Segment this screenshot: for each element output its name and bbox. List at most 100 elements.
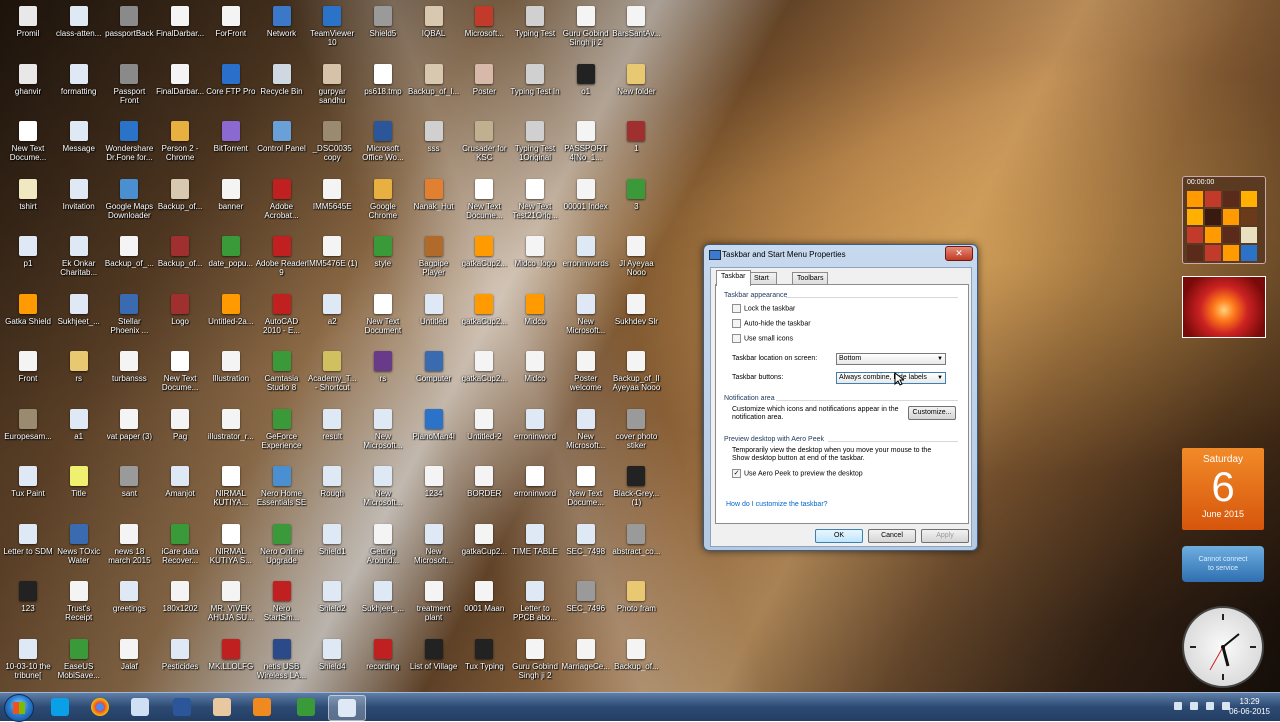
autohide-checkbox[interactable]: Auto-hide the taskbar (732, 319, 811, 328)
desktop-icon[interactable]: BarsSantAv... (610, 6, 662, 38)
desktop-icon[interactable]: rs (357, 351, 409, 383)
desktop-icon[interactable]: Wondershare Dr.Fone for... (103, 121, 155, 162)
desktop-icon[interactable]: Backup_of_I... (408, 63, 460, 96)
desktop-icon[interactable]: rs (53, 351, 105, 383)
desktop-icon[interactable]: sss (408, 121, 460, 153)
desktop-icon[interactable]: Camtasia Studio 8 (256, 351, 308, 392)
desktop-icon[interactable]: ghanvir (2, 63, 54, 96)
desktop-icon[interactable]: IMM5645E (306, 178, 358, 211)
feed-gadget[interactable]: Cannot connect to service (1182, 546, 1264, 582)
taskbar-explorer[interactable] (122, 695, 158, 719)
desktop-icon[interactable]: Photo fram (610, 581, 662, 613)
desktop-icon[interactable]: IQBAL (408, 6, 460, 38)
desktop-icon[interactable]: Title (53, 466, 105, 498)
desktop-icon[interactable]: Trust's Receipt (53, 581, 105, 622)
taskbar-paint[interactable] (204, 695, 240, 719)
desktop-icon[interactable]: Midco_logo (509, 236, 561, 268)
desktop-icon[interactable]: TIME TABLE (509, 523, 561, 556)
desktop-icon[interactable]: Typing Test In (509, 63, 561, 96)
desktop-icon[interactable]: MarriageCe... (560, 638, 612, 671)
desktop-icon[interactable]: 180x1202 (154, 581, 206, 613)
desktop-icon[interactable]: Letter to PPCB abo... (509, 581, 561, 622)
small-icons-checkbox[interactable]: Use small icons (732, 334, 793, 343)
desktop-icon[interactable]: MK.LLOLFG (205, 638, 257, 671)
desktop-icon[interactable]: Black-Grey... (1) (610, 466, 662, 507)
desktop-icon[interactable]: NIRMAL KUTIYA... (205, 466, 257, 507)
desktop-icon[interactable]: Pesticides (154, 638, 206, 671)
desktop-icon[interactable]: Backup_of... (154, 236, 206, 268)
desktop-icon[interactable]: Nanak_Hut (408, 178, 460, 211)
start-button[interactable] (4, 694, 34, 722)
desktop-icon[interactable]: Untitled-2a... (205, 293, 257, 326)
desktop-icon[interactable]: New Microsoft... (560, 408, 612, 450)
desktop-icon[interactable]: Shield5 (357, 6, 409, 38)
desktop-icon[interactable]: Poster welcome (560, 351, 612, 392)
desktop-icon[interactable]: Untitled (408, 293, 460, 326)
desktop-icon[interactable]: New Text Test21Orig... (509, 178, 561, 220)
desktop-icon[interactable]: ps618.tmp (357, 63, 409, 96)
desktop-icon[interactable]: sant (103, 466, 155, 498)
desktop-icon[interactable]: Guru Gobind Singh ji 2 (509, 638, 561, 680)
taskbar-word[interactable] (164, 695, 200, 719)
desktop-icon[interactable]: Typing Test 1Original (509, 121, 561, 162)
desktop-icon[interactable]: news 18 march 2015 (103, 523, 155, 565)
dialog-titlebar[interactable]: Taskbar and Start Menu Properties ✕ (704, 245, 977, 263)
desktop-icon[interactable]: Backup_of... (154, 178, 206, 211)
desktop-icon[interactable]: List of Village (408, 638, 460, 671)
desktop-icon[interactable]: Rough (306, 466, 358, 498)
taskbar-skype[interactable] (42, 695, 78, 719)
desktop-icon[interactable]: Tux Typing (458, 638, 510, 671)
desktop-icon[interactable]: Bagpipe Player (408, 236, 460, 277)
desktop-icon[interactable]: Jalaf (103, 638, 155, 671)
cancel-button[interactable]: Cancel (868, 529, 916, 543)
desktop-icon[interactable]: erroninword (509, 466, 561, 498)
desktop-icon[interactable]: result (306, 408, 358, 441)
desktop-icon[interactable]: gatkaCup2... (458, 293, 510, 326)
desktop-icon[interactable]: Europesam... (2, 408, 54, 441)
desktop-icon[interactable]: 10-03-10 the tribune[ (2, 638, 54, 680)
apply-button[interactable]: Apply (921, 529, 969, 543)
desktop-icon[interactable]: Sukhjeet_... (53, 293, 105, 326)
taskbar-chrome[interactable] (82, 695, 118, 719)
flag-icon[interactable] (1190, 702, 1198, 710)
desktop-icon[interactable]: ForFront (205, 6, 257, 38)
small-icons-box[interactable] (732, 334, 741, 343)
slideshow-gadget[interactable] (1182, 276, 1266, 338)
desktop-icon[interactable]: MR. VIVEK AHUJA SU... (205, 581, 257, 622)
network-icon[interactable] (1206, 702, 1214, 710)
desktop-icon[interactable]: gatkaCup2... (458, 523, 510, 556)
desktop-icon[interactable]: Shield2 (306, 581, 358, 613)
desktop-icon[interactable]: vat paper (3) (103, 408, 155, 441)
desktop-icon[interactable]: gatkaCup2... (458, 236, 510, 268)
desktop-icon[interactable]: erroninword (509, 408, 561, 441)
desktop-icon[interactable]: erroninwords (560, 236, 612, 268)
desktop-icon[interactable]: AutoCAD 2010 - E... (256, 293, 308, 335)
desktop-icon[interactable]: 1234 (408, 466, 460, 498)
desktop-icon[interactable]: banner (205, 178, 257, 211)
desktop-icon[interactable]: _DSC0035 copy (306, 121, 358, 162)
desktop-icon[interactable]: formatting (53, 63, 105, 96)
desktop-icon[interactable]: FinalDarbar... (154, 63, 206, 96)
desktop-icon[interactable]: date_popu... (205, 236, 257, 268)
desktop-icon[interactable]: Nero Online Upgrade (256, 523, 308, 565)
desktop-icon[interactable]: Sukhdev Slr (610, 293, 662, 326)
tiles-gadget[interactable]: 00:00:00 (1182, 176, 1266, 264)
desktop-icon[interactable]: Shield1 (306, 523, 358, 556)
desktop-icon[interactable]: a2 (306, 293, 358, 326)
desktop-icon[interactable]: New Text Docume... (2, 121, 54, 162)
desktop-icon[interactable]: New Text Docume... (154, 351, 206, 392)
desktop-icon[interactable]: Computer (408, 351, 460, 383)
desktop-icon[interactable]: Passport Front (103, 63, 155, 105)
desktop-icon[interactable]: o1 (560, 63, 612, 96)
clock[interactable]: 13:29 06-06-2015 (1229, 697, 1270, 717)
taskbar-media[interactable] (244, 695, 280, 719)
desktop-icon[interactable]: News TOxic Water (53, 523, 105, 565)
desktop-icon[interactable]: class-atten... (53, 6, 105, 38)
desktop-icon[interactable]: Backup_of_II Ayeyaa Nooo (610, 351, 662, 392)
desktop-icon[interactable]: Getting Around... (357, 523, 409, 565)
desktop-icon[interactable]: treatment plant (408, 581, 460, 622)
aero-peek-checkbox[interactable]: ✓ Use Aero Peek to preview the desktop (732, 469, 863, 478)
desktop-icon[interactable]: tshirt (2, 178, 54, 211)
desktop-icon[interactable]: Letter to SDM (2, 523, 54, 556)
desktop-icon[interactable]: Promil (2, 6, 54, 38)
